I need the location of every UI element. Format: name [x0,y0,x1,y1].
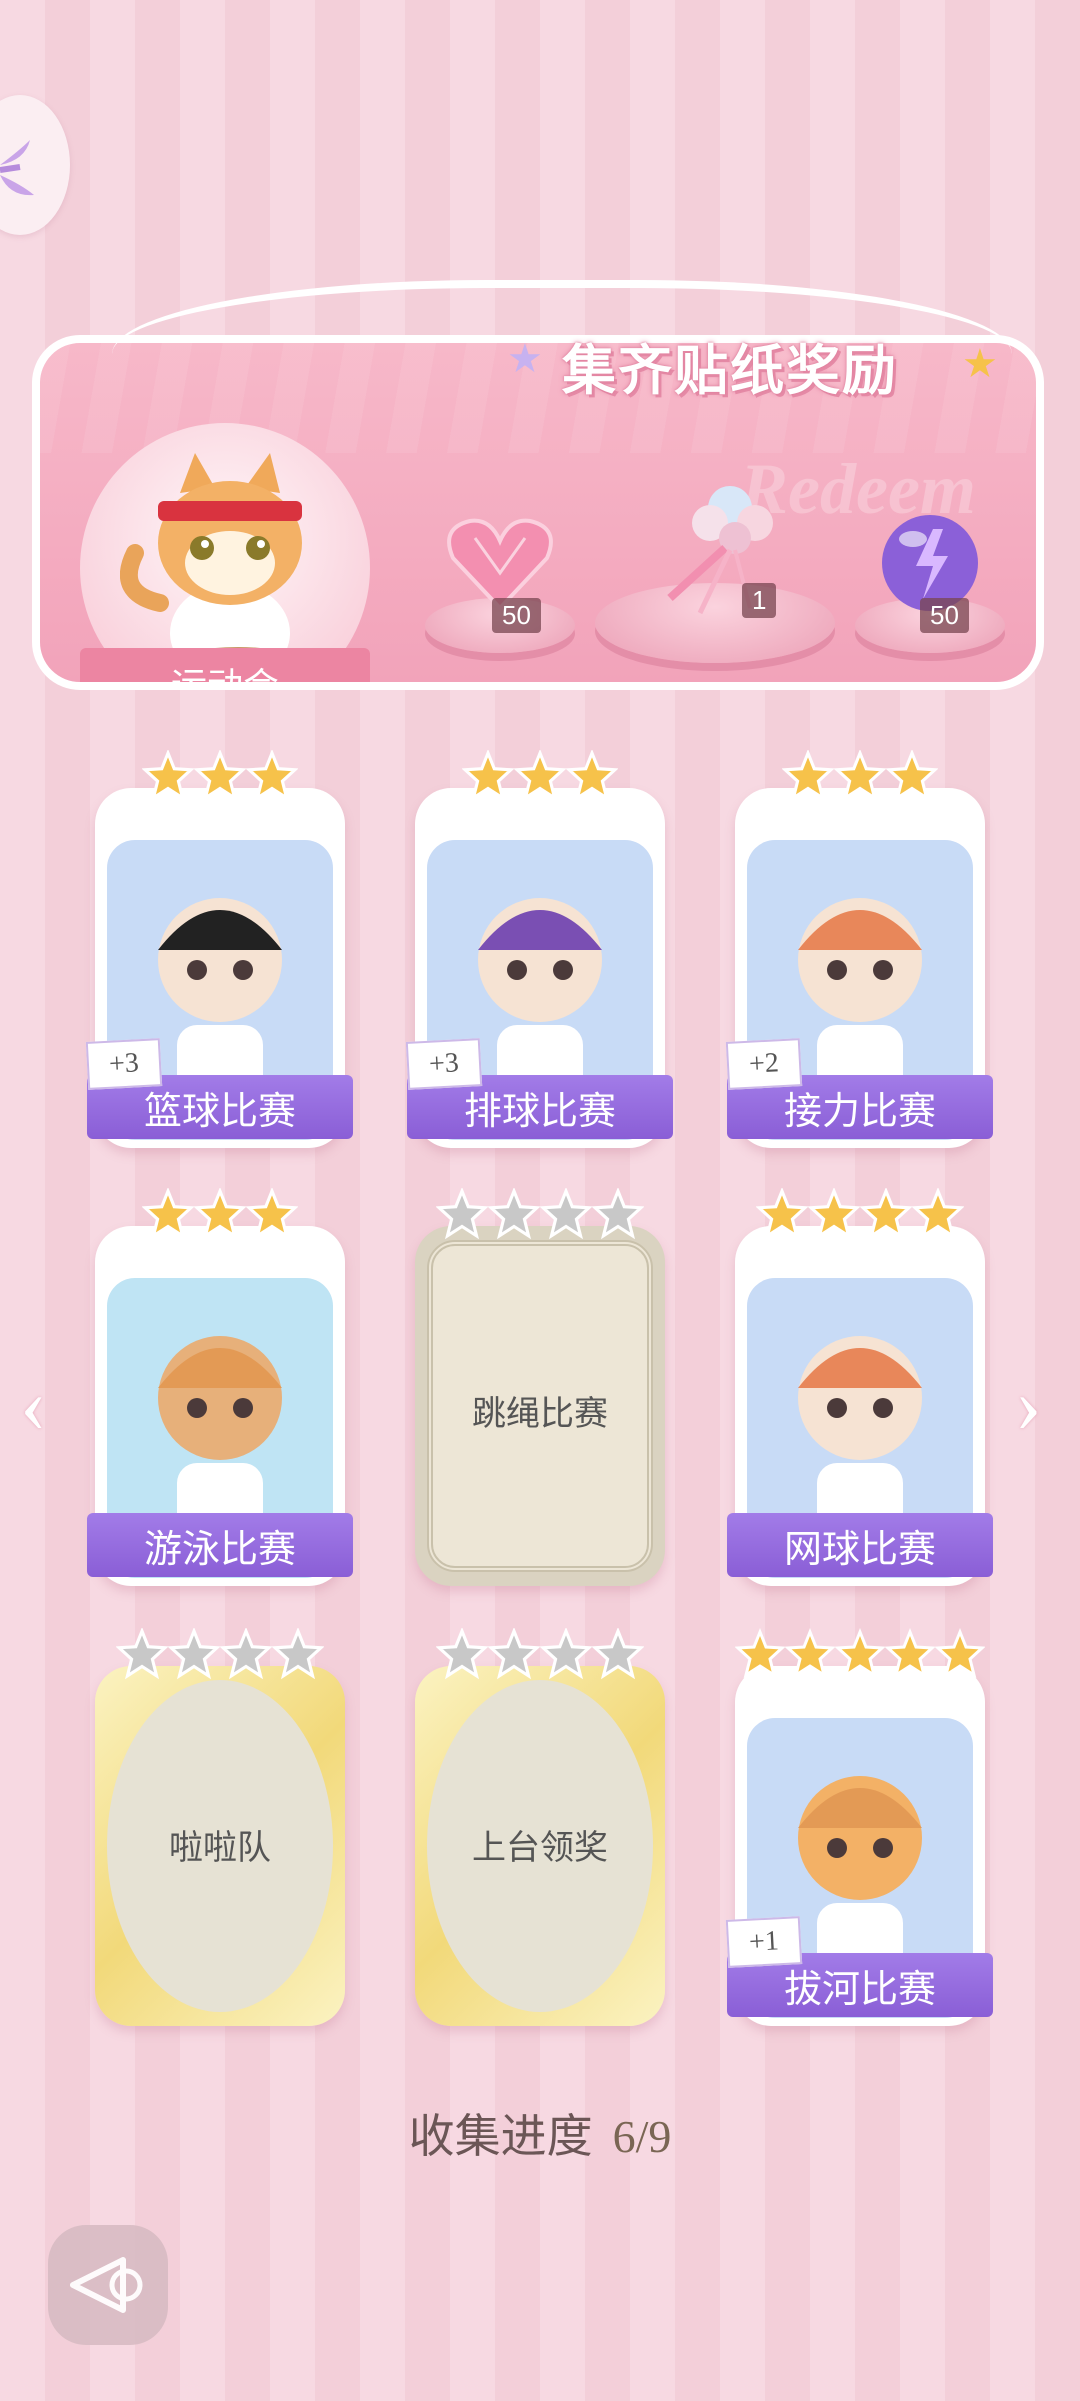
star-filled-icon [462,750,514,802]
star-filled-icon [756,1188,808,1240]
star-filled-icon [912,1188,964,1240]
star-filled-icon [514,750,566,802]
locked-card-slot: 啦啦队 [107,1680,333,2012]
pinwheel-menu-button[interactable] [0,95,70,235]
star-filled-icon [246,750,298,802]
event-name: 运动会 [170,666,279,690]
star-rating [735,1628,985,1680]
bonus-badge: +3 [405,1038,483,1090]
star-filled-icon [835,1628,885,1679]
star-empty-icon [220,1628,272,1680]
locked-card-slot: 跳绳比赛 [427,1240,653,1572]
back-arrow-icon [70,2257,143,2313]
star-filled-icon [782,750,834,802]
progress-value: 6/9 [612,2111,672,2162]
card-name-label: 游泳比赛 [87,1513,353,1577]
star-icon: ★ [507,336,543,381]
back-button[interactable] [48,2225,168,2345]
star-empty-icon [488,1188,540,1240]
bonus-badge: +1 [725,1916,803,1968]
star-filled-icon [785,1628,835,1679]
locked-card-name: 啦啦队 [169,1830,271,1867]
card-frame: 跳绳比赛 [415,1226,665,1586]
star-rating [415,1628,665,1680]
star-filled-icon [194,750,246,802]
locked-card-name: 跳绳比赛 [472,1396,608,1433]
star-filled-icon [142,750,194,802]
card-name-label: 网球比赛 [727,1513,993,1577]
star-rating [95,1628,345,1680]
star-rating [95,750,345,802]
star-empty-icon [436,1188,488,1240]
bonus-badge: +2 [725,1038,803,1090]
star-empty-icon [168,1628,220,1680]
star-filled-icon [808,1188,860,1240]
star-filled-icon [566,750,618,802]
star-filled-icon [194,1188,246,1240]
star-filled-icon [246,1188,298,1240]
star-filled-icon [735,1628,785,1679]
collection-progress: 收集进度 6/9 [0,2100,1080,2166]
star-filled-icon [834,750,886,802]
star-empty-icon [540,1188,592,1240]
progress-label: 收集进度 [408,2111,593,2162]
reward-count: 50 [920,598,969,633]
star-filled-icon [935,1628,985,1679]
star-filled-icon [885,1628,935,1679]
pinwheel-icon [0,140,34,196]
star-rating [95,1188,345,1240]
locked-card-name: 上台领奖 [472,1830,608,1867]
star-filled-icon [860,1188,912,1240]
card-frame: 啦啦队 [95,1666,345,2026]
star-rating [735,1188,985,1240]
sticker-reward-panel: Redeem 运动会 50 1 50 ★ 集齐贴纸奖励 ★ [22,280,1054,700]
star-empty-icon [116,1628,168,1680]
reward-count: 1 [742,583,777,618]
star-empty-icon [592,1628,644,1680]
star-rating [415,750,665,802]
star-empty-icon [540,1628,592,1680]
star-empty-icon [436,1628,488,1680]
star-icon: ★ [962,341,998,386]
star-rating [415,1188,665,1240]
star-filled-icon [886,750,938,802]
star-filled-icon [142,1188,194,1240]
star-empty-icon [272,1628,324,1680]
panel-title: 集齐贴纸奖励 [562,341,898,401]
star-rating [735,750,985,802]
event-name-banner: 运动会 [80,648,370,690]
star-empty-icon [592,1188,644,1240]
locked-card-slot: 上台领奖 [427,1680,653,2012]
bonus-badge: +3 [85,1038,163,1090]
next-page-arrow[interactable]: › [1015,1360,1042,1451]
card-frame: 上台领奖 [415,1666,665,2026]
star-empty-icon [488,1628,540,1680]
prev-page-arrow[interactable]: ‹ [20,1360,47,1451]
reward-count: 50 [492,598,541,633]
